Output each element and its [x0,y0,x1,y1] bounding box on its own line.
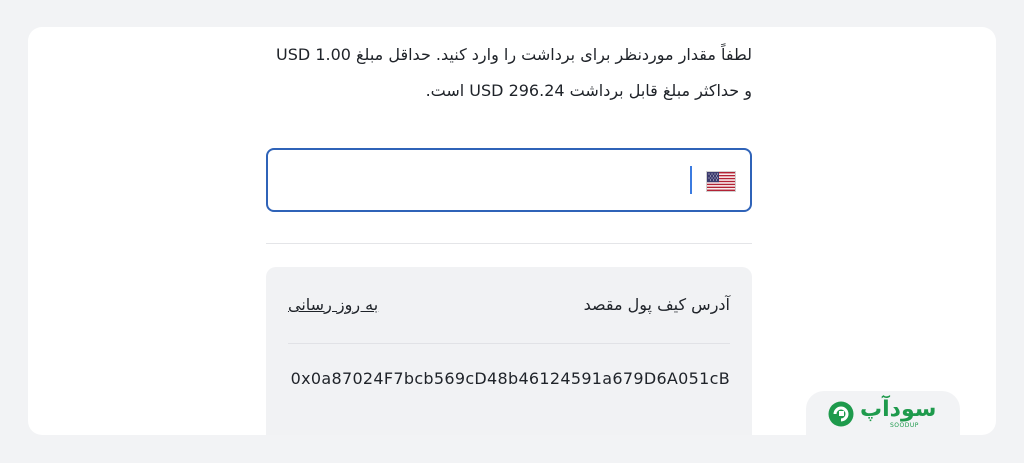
withdraw-column: لطفاً مقدار موردنظر برای برداشت را وارد … [266,27,752,435]
brand-watermark: سودآپ SOODUP [806,391,960,441]
withdraw-card: لطفاً مقدار موردنظر برای برداشت را وارد … [28,27,996,435]
brand-logo-subtext: SOODUP [890,422,919,429]
brand-logo-icon [828,401,854,427]
wallet-address-label: آدرس کیف پول مقصد [583,295,730,314]
section-divider [266,243,752,244]
update-wallet-link[interactable]: به روز رسانی [288,295,378,314]
us-flag-icon [706,171,736,192]
brand-logo-text: سودآپ [860,397,937,422]
panel-divider [288,343,730,344]
amount-input[interactable] [282,160,676,202]
withdraw-instructions: لطفاً مقدار موردنظر برای برداشت را وارد … [276,45,752,100]
text-caret [690,166,692,194]
wallet-address-value: 0x0a87024F7bcb569cD48b46124591a679D6A051… [290,369,730,388]
wallet-panel: آدرس کیف پول مقصد به روز رسانی 0x0a87024… [266,267,752,435]
amount-field[interactable] [266,148,752,212]
